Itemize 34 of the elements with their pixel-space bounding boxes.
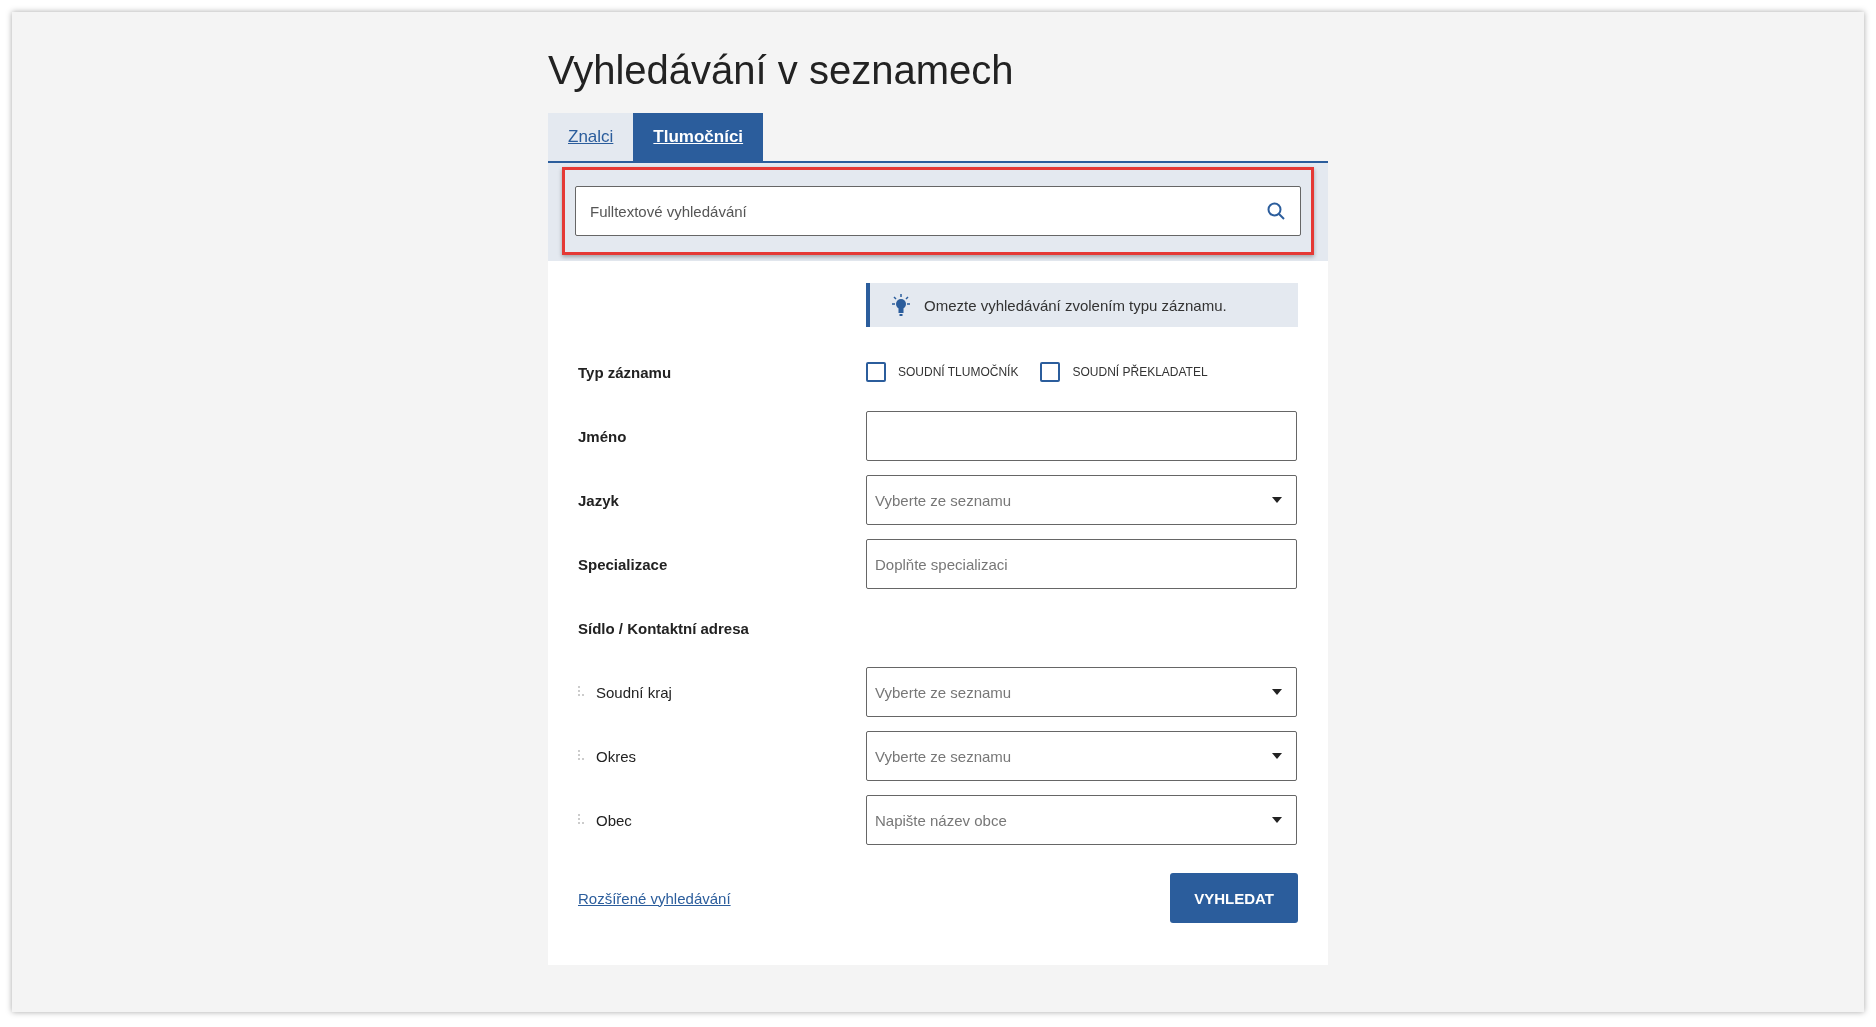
search-icon	[1267, 202, 1285, 220]
search-field[interactable]: Fulltextové vyhledávání	[575, 186, 1301, 236]
field-label: Soudní kraj	[596, 683, 672, 701]
field-label: Jméno	[578, 427, 627, 445]
dropdown-field[interactable]: Vyberte ze seznamu	[866, 475, 1297, 525]
field-label: Obec	[596, 811, 632, 829]
lightbulb-icon	[890, 293, 912, 317]
field-label: Okres	[596, 747, 636, 765]
caret-icon	[1272, 753, 1282, 759]
hint-text: Omezte vyhledávání zvolením typu záznamu.	[924, 296, 1227, 314]
tab[interactable]: Tlumočníci	[633, 113, 764, 161]
field-label: Specializace	[578, 555, 668, 573]
advanced-search-link[interactable]: Rozšířené vyhledávání	[578, 889, 731, 907]
checkbox-option[interactable]: SOUDNÍ TLUMOČNÍK	[866, 362, 1019, 382]
text-field[interactable]: Doplňte specializaci	[866, 539, 1297, 589]
search-button[interactable]: VYHLEDAT	[1170, 873, 1298, 923]
text-field[interactable]	[866, 411, 1297, 461]
dropdown-field[interactable]: Vyberte ze seznamu	[866, 731, 1297, 781]
checkbox-option[interactable]: SOUDNÍ PŘEKLADATEL	[1040, 362, 1208, 382]
checkbox[interactable]	[1040, 362, 1061, 382]
dotted-icon	[578, 814, 584, 826]
page-title: Vyhledávání v seznamech	[548, 48, 1015, 93]
dotted-icon	[578, 686, 584, 698]
field-label: Typ záznamu	[578, 363, 672, 381]
caret-icon	[1272, 497, 1282, 503]
dotted-icon	[578, 750, 584, 762]
tab[interactable]: Znalci	[548, 113, 634, 161]
checkbox[interactable]	[866, 362, 886, 382]
dropdown-field[interactable]: Vyberte ze seznamu	[866, 667, 1297, 717]
caret-icon	[1272, 689, 1282, 695]
caret-icon	[1272, 817, 1282, 823]
field-label: Jazyk	[578, 491, 619, 509]
dropdown-field[interactable]: Napište název obce	[866, 795, 1297, 845]
field-label: Sídlo / Kontaktní adresa	[578, 619, 749, 637]
